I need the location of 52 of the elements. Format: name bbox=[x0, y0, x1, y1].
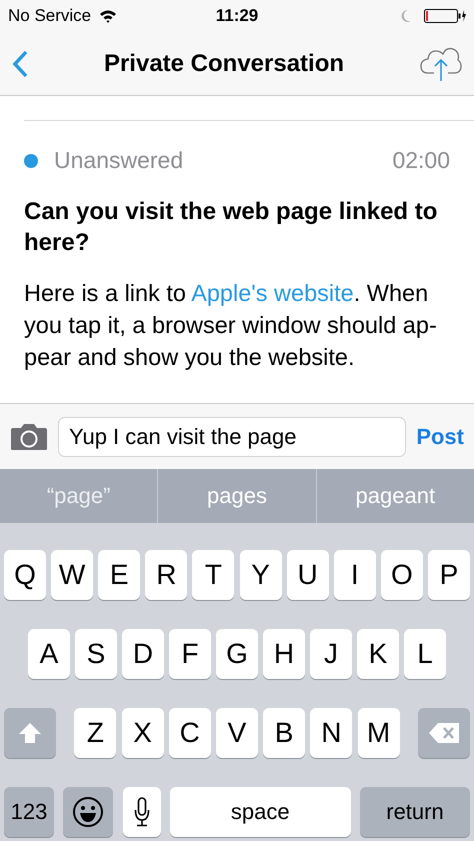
shift-key[interactable] bbox=[4, 708, 56, 758]
key[interactable]: V bbox=[216, 708, 258, 758]
key[interactable]: C bbox=[168, 708, 211, 758]
key[interactable]: H bbox=[263, 629, 305, 679]
time-label: 02:00 bbox=[392, 147, 450, 174]
key[interactable]: E bbox=[98, 550, 140, 600]
back-button[interactable] bbox=[12, 50, 28, 78]
key[interactable]: R bbox=[145, 550, 188, 600]
key[interactable]: W bbox=[51, 550, 94, 600]
microphone-icon bbox=[134, 797, 150, 827]
key[interactable]: D bbox=[122, 629, 164, 679]
smiley-icon bbox=[72, 796, 104, 828]
key[interactable]: K bbox=[357, 629, 399, 679]
key[interactable]: F bbox=[169, 629, 211, 679]
key[interactable]: J bbox=[310, 629, 352, 679]
moon-icon bbox=[400, 9, 412, 23]
backspace-key[interactable] bbox=[418, 708, 470, 758]
post-button[interactable]: Post bbox=[416, 424, 464, 450]
key[interactable]: G bbox=[216, 629, 258, 679]
key[interactable]: Y bbox=[240, 550, 282, 600]
wifi-icon bbox=[99, 9, 118, 23]
key[interactable]: N bbox=[310, 708, 352, 758]
key[interactable]: L bbox=[404, 629, 446, 679]
carrier-label: No Service bbox=[8, 6, 92, 26]
microphone-key[interactable] bbox=[122, 787, 160, 837]
shift-icon bbox=[18, 722, 42, 744]
cloud-upload-button[interactable] bbox=[420, 46, 462, 82]
message-input[interactable]: Yup I can visit the page bbox=[58, 416, 406, 456]
key[interactable]: S bbox=[75, 629, 117, 679]
question-title: Can you visit the web page linked to here? bbox=[24, 197, 438, 258]
screen-title: Private Conversation bbox=[104, 50, 344, 78]
question-body: Here is a link to Apple's website. When you tap it, a browser window should ap-pear and show you the website. bbox=[24, 279, 438, 372]
key[interactable]: Q bbox=[4, 550, 46, 600]
camera-button[interactable] bbox=[10, 422, 48, 450]
key[interactable]: Z bbox=[74, 708, 116, 758]
status-label: Unanswered bbox=[54, 147, 184, 174]
key[interactable]: O bbox=[380, 550, 423, 600]
key[interactable]: I bbox=[334, 550, 376, 600]
battery-icon bbox=[424, 9, 466, 23]
key[interactable]: T bbox=[192, 550, 234, 600]
emoji-key[interactable] bbox=[63, 787, 114, 837]
space-key[interactable]: space bbox=[170, 787, 351, 837]
numbers-key[interactable]: 123 bbox=[4, 787, 54, 837]
clock-time: 11:29 bbox=[216, 6, 258, 26]
key[interactable]: X bbox=[122, 708, 164, 758]
key[interactable]: B bbox=[263, 708, 306, 758]
key[interactable]: M bbox=[358, 708, 400, 758]
return-key[interactable]: return bbox=[360, 787, 470, 837]
backspace-icon bbox=[428, 722, 460, 744]
key[interactable]: A bbox=[28, 629, 70, 679]
key[interactable]: U bbox=[286, 550, 329, 600]
key[interactable]: P bbox=[428, 550, 470, 600]
